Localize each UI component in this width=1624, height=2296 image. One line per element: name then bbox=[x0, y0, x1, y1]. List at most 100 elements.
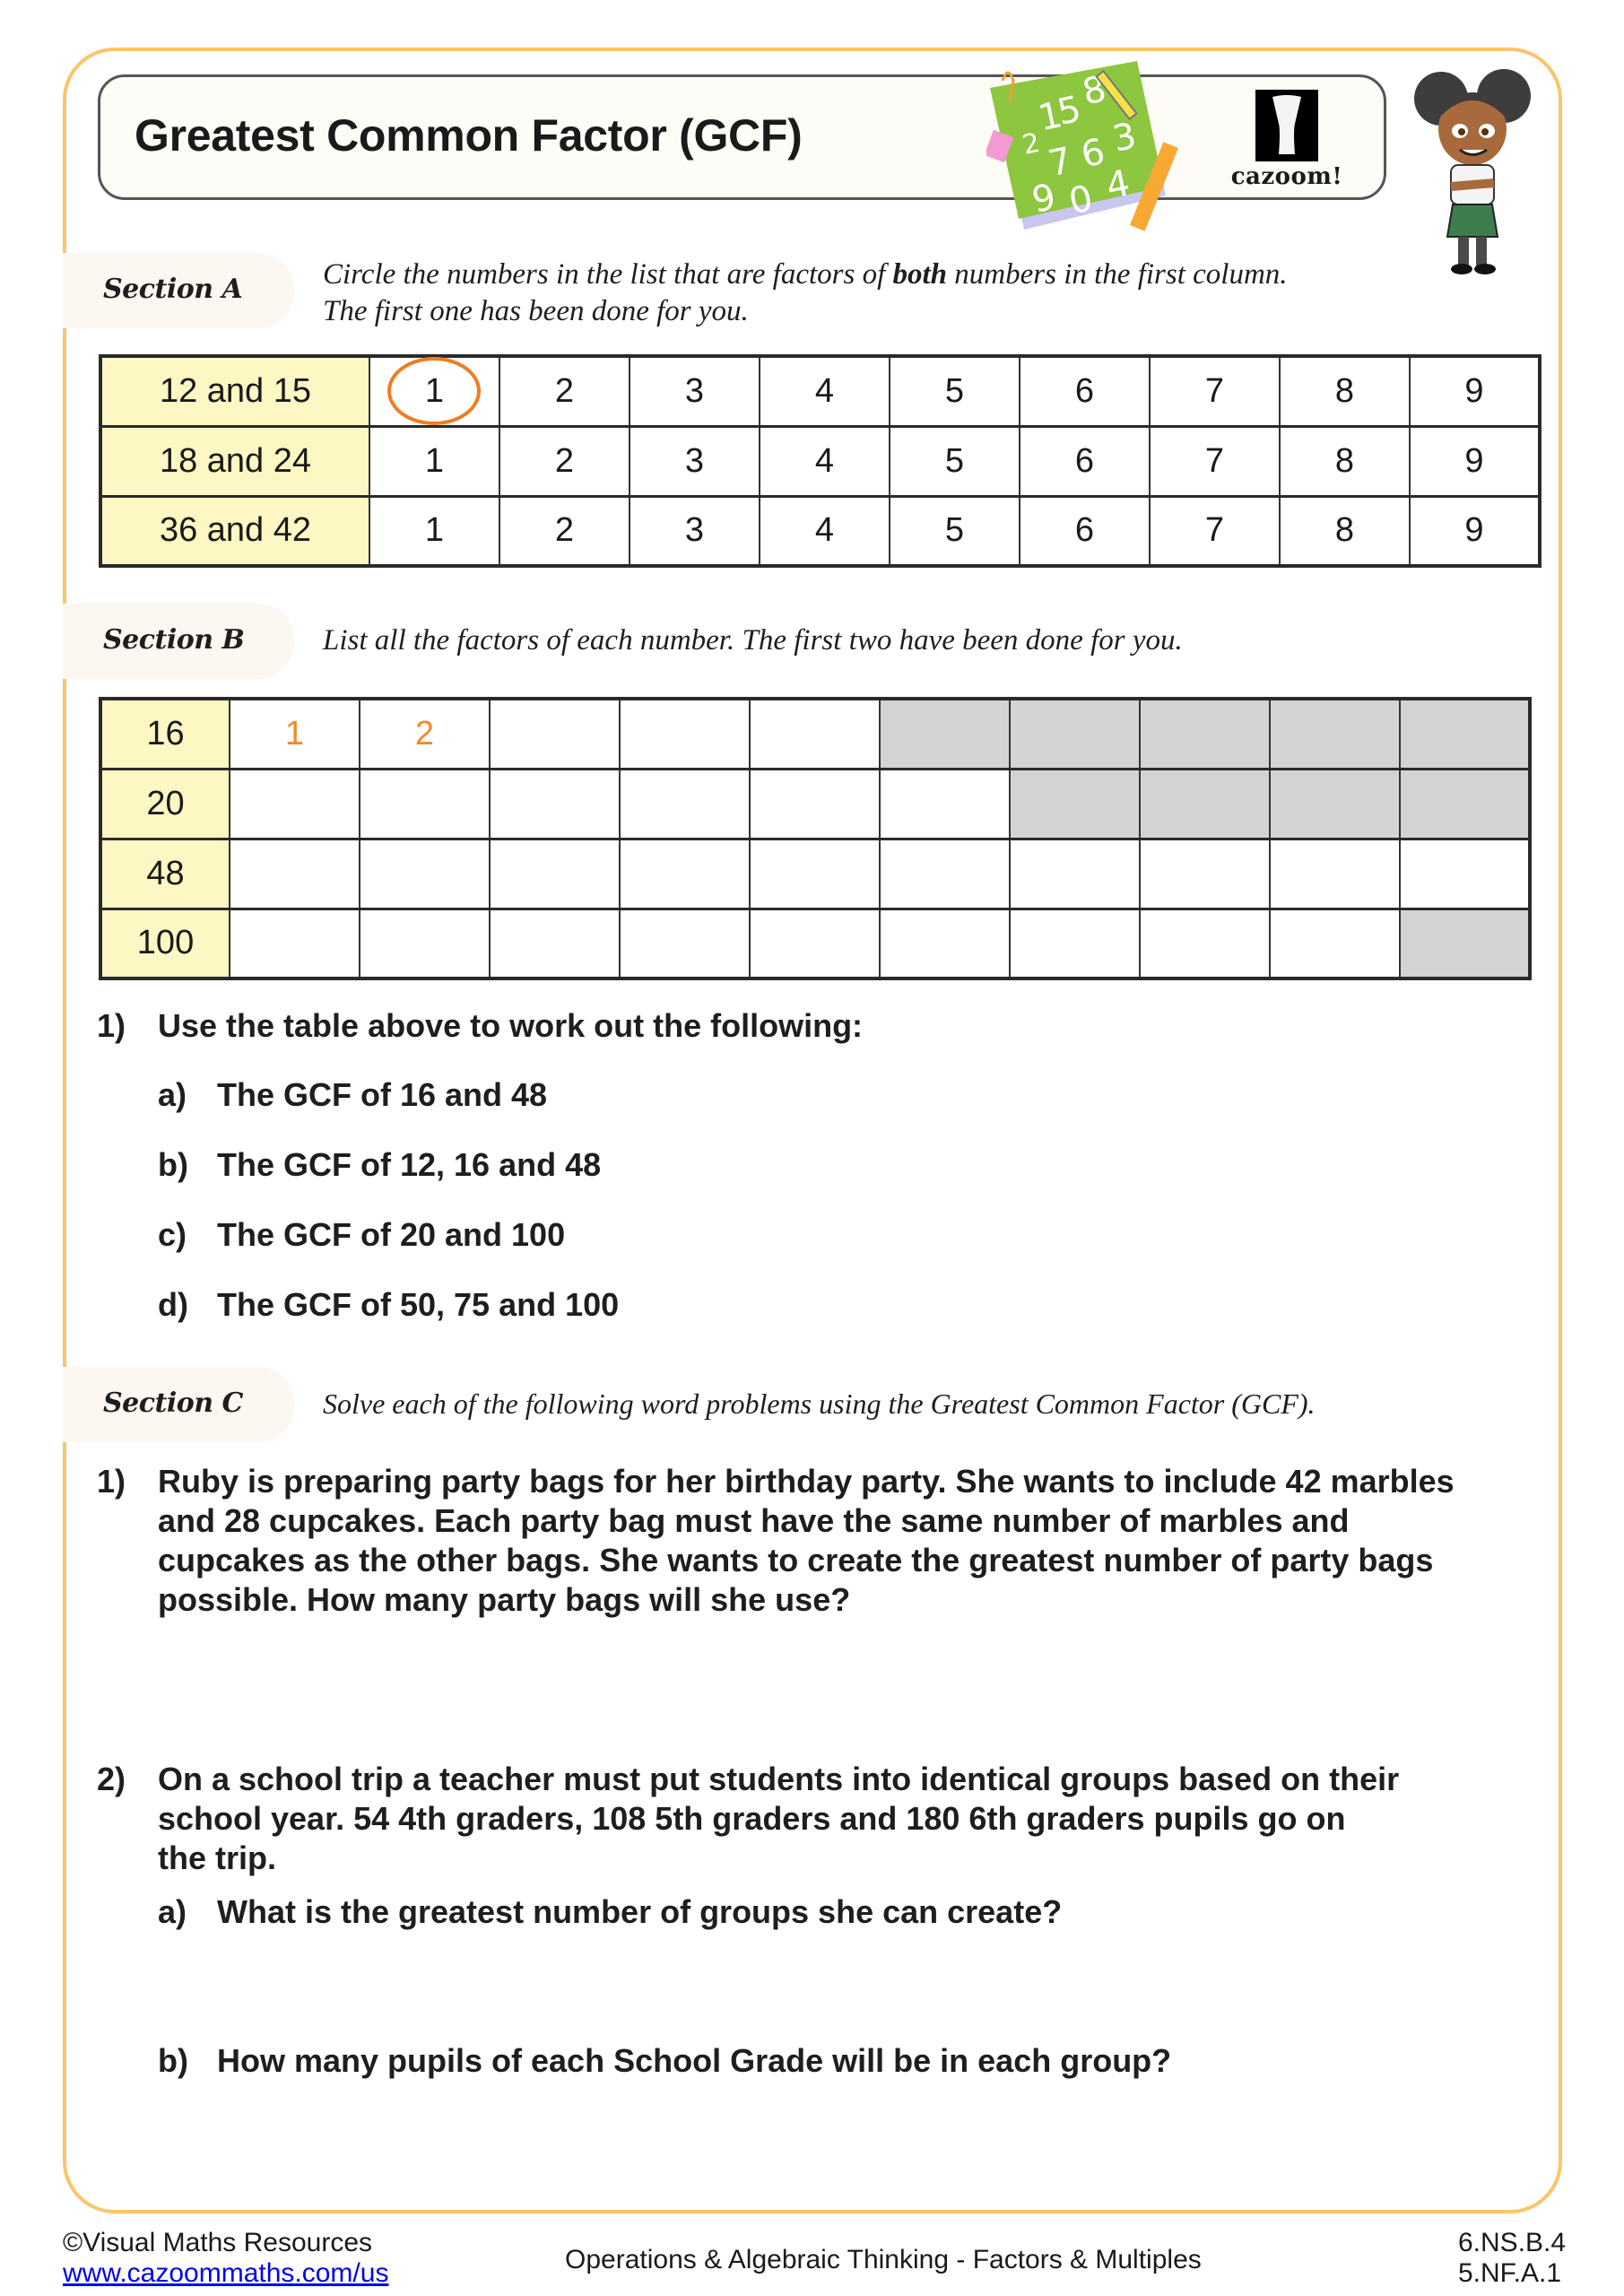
factor-answer-cell[interactable] bbox=[229, 838, 360, 909]
question-text: Ruby is preparing party bags for her bir… bbox=[158, 1462, 1611, 1620]
section-b-factor-table: 16 1 2 20 48 100 bbox=[99, 697, 1532, 980]
factor-option[interactable]: 5 bbox=[889, 355, 1020, 427]
question-line: school year. 54 4th graders, 108 5th gra… bbox=[158, 1800, 1346, 1837]
cazoom-logo: cazoom! bbox=[1229, 90, 1345, 190]
factor-option[interactable]: 9 bbox=[1409, 495, 1541, 567]
number-pair-label: 12 and 15 bbox=[100, 355, 370, 427]
factor-value: 5 bbox=[944, 371, 965, 410]
factor-option-circled[interactable]: 1 bbox=[369, 355, 500, 427]
factor-answer-cell[interactable] bbox=[619, 838, 751, 909]
factor-answer-cell[interactable] bbox=[1139, 908, 1271, 979]
factor-option[interactable]: 5 bbox=[889, 495, 1020, 567]
factor-option[interactable]: 6 bbox=[1019, 425, 1151, 497]
factor-answer-cell[interactable] bbox=[749, 908, 881, 979]
drum-icon bbox=[1255, 90, 1318, 161]
part-text: The GCF of 12, 16 and 48 bbox=[217, 1146, 602, 1183]
factor-option[interactable]: 7 bbox=[1149, 355, 1281, 427]
factor-option[interactable]: 8 bbox=[1279, 355, 1411, 427]
factor-answer-cell[interactable] bbox=[229, 768, 360, 839]
factor-value: 7 bbox=[1204, 511, 1225, 550]
table-row: 18 and 24 1 2 3 4 5 6 7 8 9 bbox=[100, 425, 1541, 497]
factor-option[interactable]: 3 bbox=[629, 425, 760, 497]
factor-option[interactable]: 2 bbox=[499, 425, 630, 497]
factor-answer-cell[interactable] bbox=[359, 768, 491, 839]
website-link[interactable]: www.cazoommaths.com/us bbox=[63, 2258, 388, 2288]
factor-option[interactable]: 1 bbox=[369, 425, 500, 497]
factor-answer-cell[interactable] bbox=[1009, 908, 1141, 979]
factor-answer-cell[interactable] bbox=[359, 908, 491, 979]
factor-answer-cell[interactable]: 2 bbox=[359, 698, 491, 770]
question-number: 2) bbox=[97, 1761, 126, 1797]
factor-answer-cell[interactable] bbox=[749, 698, 881, 770]
factor-value: 4 bbox=[814, 441, 835, 480]
factor-option[interactable]: 4 bbox=[759, 425, 890, 497]
factor-option[interactable]: 7 bbox=[1149, 495, 1281, 567]
factor-answer-cell[interactable] bbox=[619, 768, 751, 839]
instruction-emphasis: both bbox=[892, 258, 948, 291]
factor-answer-cell[interactable] bbox=[1269, 838, 1401, 909]
table-row: 16 1 2 bbox=[100, 698, 1531, 770]
factor-option[interactable]: 8 bbox=[1279, 495, 1411, 567]
factor-value: 7 bbox=[1204, 371, 1225, 410]
factor-option[interactable]: 8 bbox=[1279, 425, 1411, 497]
factor-answer-cell[interactable] bbox=[229, 908, 360, 979]
factor-value: 6 bbox=[1074, 441, 1095, 480]
factor-answer-cell[interactable] bbox=[879, 838, 1011, 909]
factor-answer-cell[interactable] bbox=[489, 698, 621, 770]
factor-answer-cell[interactable] bbox=[1139, 838, 1271, 909]
factor-value: 8 bbox=[1334, 441, 1355, 480]
factor-answer-cell[interactable] bbox=[619, 908, 751, 979]
unused-cell bbox=[1269, 698, 1401, 770]
number-pair-label: 18 and 24 bbox=[100, 425, 370, 497]
factor-value: 9 bbox=[1464, 441, 1484, 480]
footer-topic: Operations & Algebraic Thinking - Factor… bbox=[565, 2245, 1202, 2274]
factor-answer-cell[interactable] bbox=[879, 908, 1011, 979]
section-c-label: Section C bbox=[103, 1387, 243, 1419]
factor-answer-cell[interactable] bbox=[489, 838, 621, 909]
factor-option[interactable]: 3 bbox=[629, 495, 760, 567]
factor-option[interactable]: 4 bbox=[759, 355, 890, 427]
factor-value: 2 bbox=[554, 511, 575, 550]
factor-answer-cell[interactable] bbox=[619, 698, 751, 770]
table-row: 20 bbox=[100, 768, 1531, 839]
factor-answer-cell[interactable] bbox=[1399, 838, 1531, 909]
question-line: Ruby is preparing party bags for her bir… bbox=[158, 1463, 1455, 1500]
part-text: The GCF of 16 and 48 bbox=[217, 1076, 548, 1113]
factor-option[interactable]: 9 bbox=[1409, 355, 1541, 427]
part-text: How many pupils of each School Grade wil… bbox=[217, 2042, 1172, 2079]
part-text: The GCF of 20 and 100 bbox=[217, 1216, 566, 1253]
number-label: 16 bbox=[100, 698, 230, 770]
unused-cell bbox=[1009, 768, 1141, 839]
copyright-text: ©Visual Maths Resources bbox=[63, 2228, 373, 2257]
table-row: 48 bbox=[100, 838, 1531, 909]
factor-value: 8 bbox=[1334, 371, 1355, 410]
factor-option[interactable]: 2 bbox=[499, 495, 630, 567]
factor-option[interactable]: 6 bbox=[1019, 355, 1151, 427]
factor-option[interactable]: 5 bbox=[889, 425, 1020, 497]
factor-answer-cell[interactable] bbox=[489, 768, 621, 839]
factor-answer-cell[interactable] bbox=[1269, 908, 1401, 979]
unused-cell bbox=[1399, 768, 1531, 839]
factor-answer-cell[interactable] bbox=[749, 838, 881, 909]
number-label: 100 bbox=[100, 908, 230, 979]
factor-option[interactable]: 4 bbox=[759, 495, 890, 567]
factor-answer-cell[interactable]: 1 bbox=[229, 698, 360, 770]
factor-option[interactable]: 3 bbox=[629, 355, 760, 427]
factor-answer-cell[interactable] bbox=[879, 768, 1011, 839]
part-label: a) bbox=[158, 1076, 187, 1113]
factor-answer-cell[interactable] bbox=[359, 838, 491, 909]
factor-answer-cell[interactable] bbox=[1009, 838, 1141, 909]
factor-option[interactable]: 1 bbox=[369, 495, 500, 567]
section-b-instruction: List all the factors of each number. The… bbox=[323, 624, 1183, 657]
factor-answer-cell[interactable] bbox=[489, 908, 621, 979]
section-b-tab: Section B bbox=[63, 604, 294, 679]
factor-answer-cell[interactable] bbox=[749, 768, 881, 839]
number-label: 20 bbox=[100, 768, 230, 839]
factor-option[interactable]: 7 bbox=[1149, 425, 1281, 497]
factor-option[interactable]: 6 bbox=[1019, 495, 1151, 567]
factor-option[interactable]: 2 bbox=[499, 355, 630, 427]
question-number: 1) bbox=[97, 1007, 126, 1044]
part-label: a) bbox=[158, 1893, 187, 1930]
factor-value: 3 bbox=[684, 371, 705, 410]
factor-option[interactable]: 9 bbox=[1409, 425, 1541, 497]
